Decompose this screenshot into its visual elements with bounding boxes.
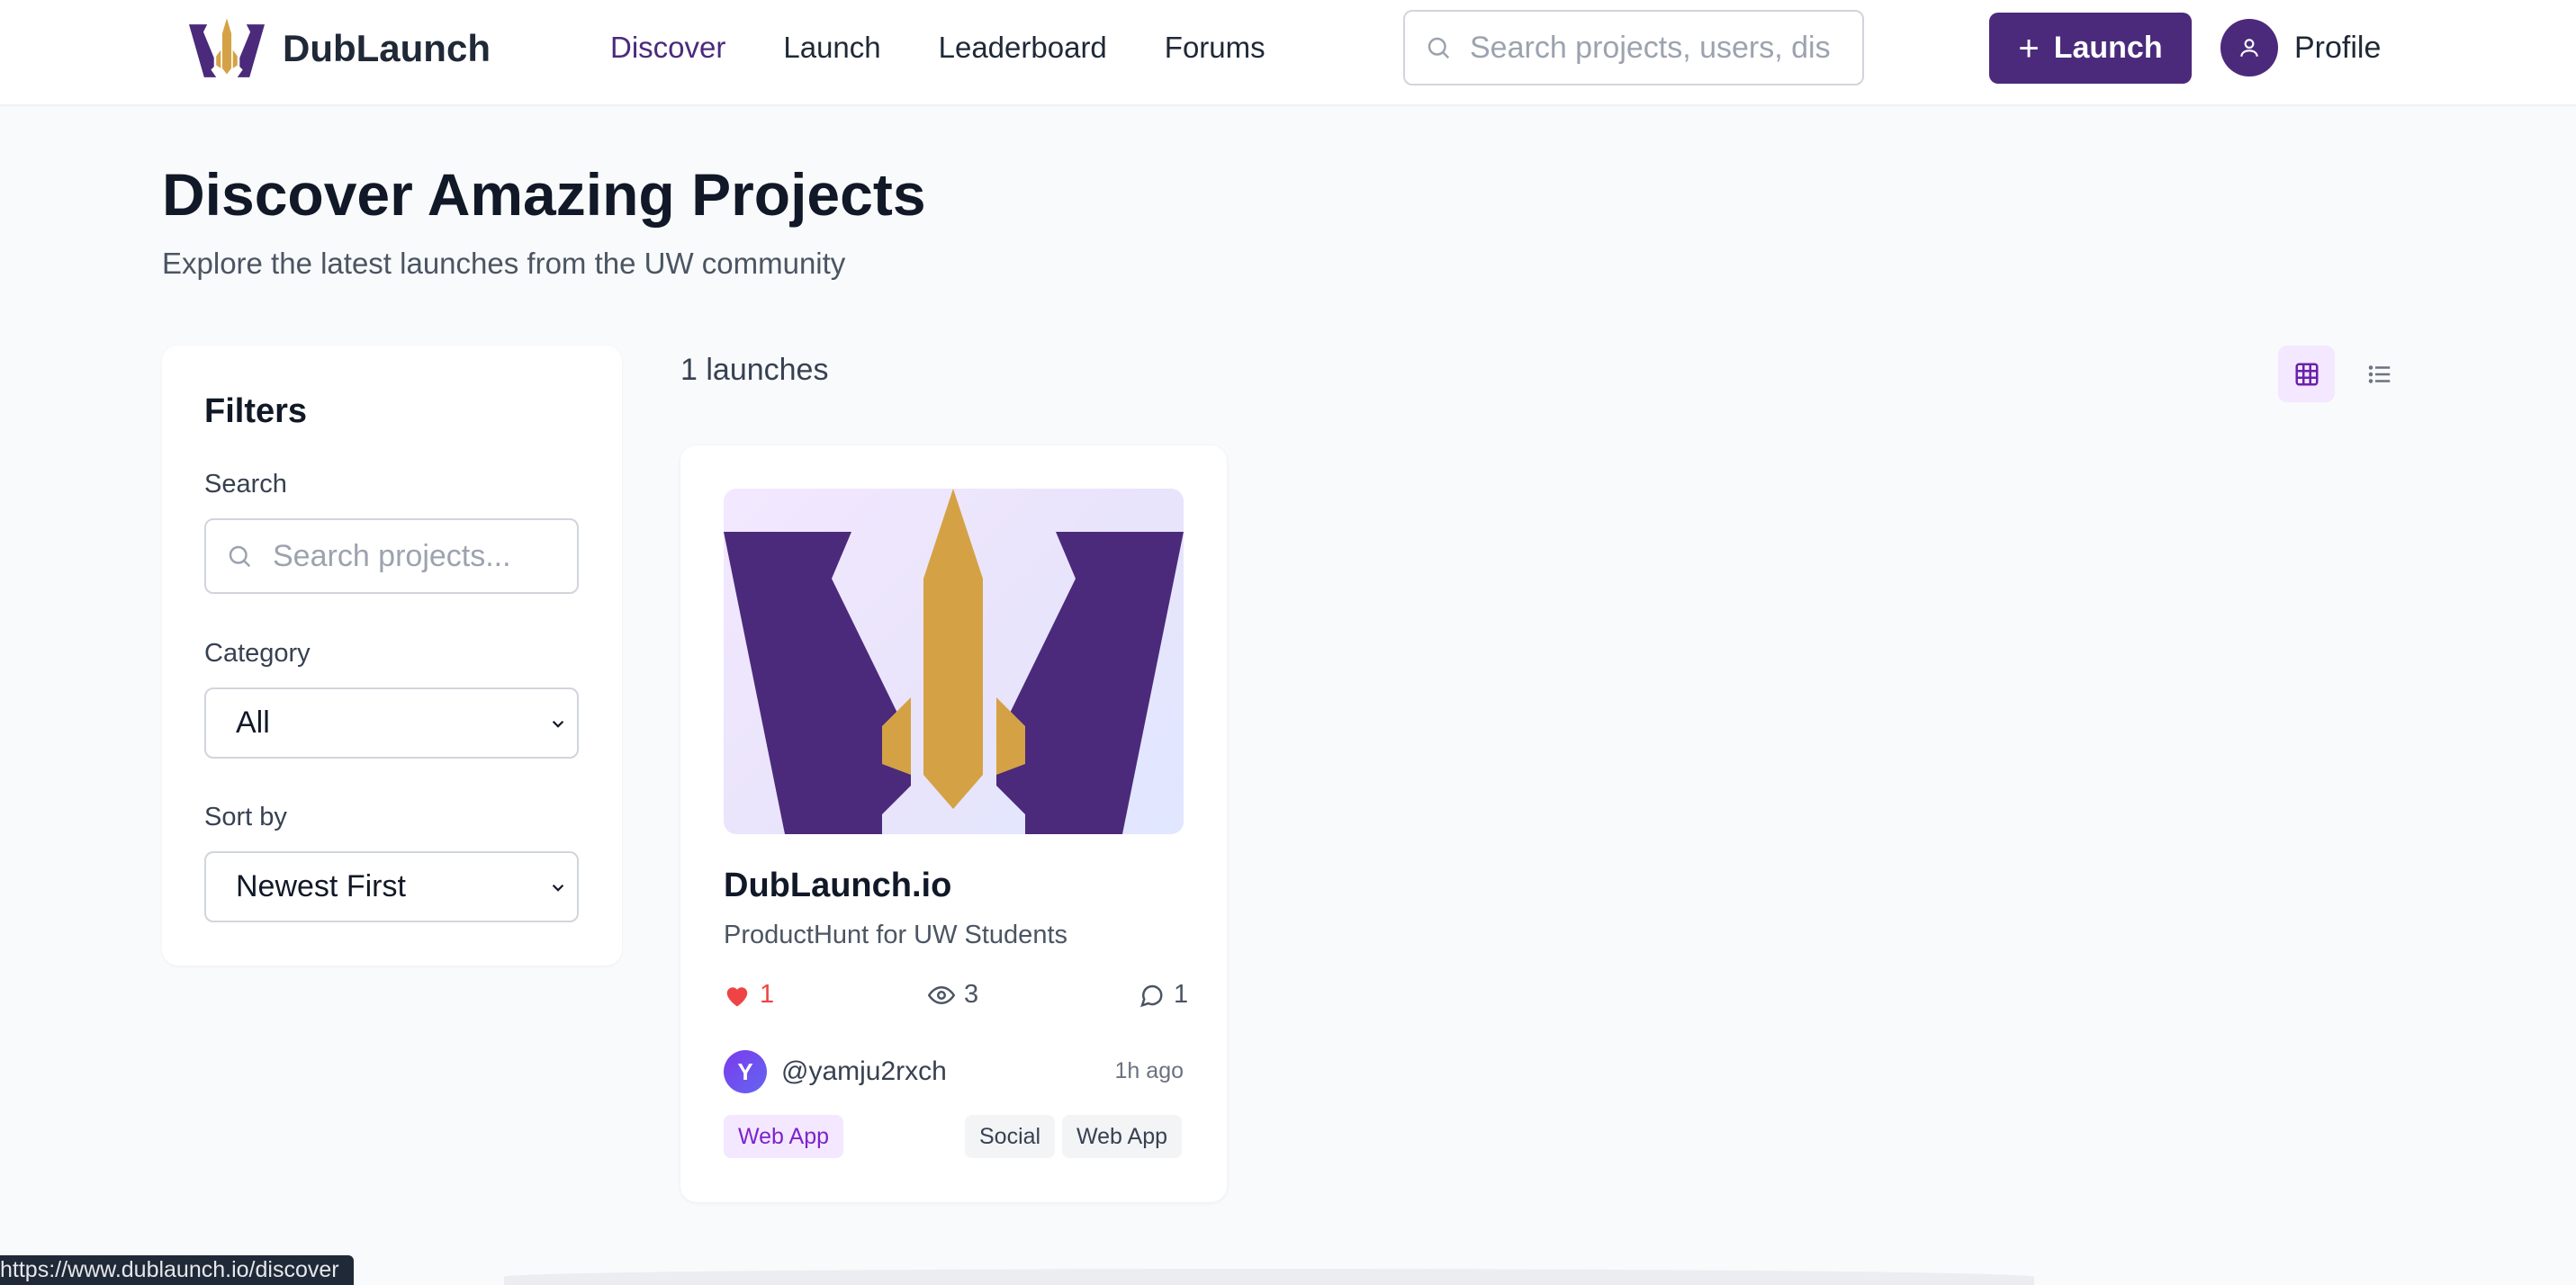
category-label: Category xyxy=(204,639,311,668)
profile-menu[interactable]: Profile xyxy=(2220,19,2381,76)
eye-icon xyxy=(928,985,955,1004)
search-icon xyxy=(229,545,251,568)
main-nav: Discover Launch Leaderboard Forums xyxy=(610,27,1323,68)
global-search[interactable] xyxy=(1403,10,1864,85)
view-stat: 3 xyxy=(928,980,978,1010)
search-label: Search xyxy=(204,470,287,499)
dublaunch-logo-icon xyxy=(724,489,1184,834)
page-subtitle: Explore the latest launches from the UW … xyxy=(162,247,846,280)
global-search-input[interactable] xyxy=(1470,30,1830,66)
comment-icon xyxy=(1140,984,1163,1007)
posted-time: 1h ago xyxy=(1114,1058,1184,1083)
list-view-button[interactable] xyxy=(2351,346,2408,402)
filter-search-input[interactable] xyxy=(273,538,570,574)
nav-discover[interactable]: Discover xyxy=(610,27,725,68)
tag-web-app[interactable]: Web App xyxy=(1062,1115,1183,1158)
avatar xyxy=(2220,19,2278,76)
nav-forums[interactable]: Forums xyxy=(1165,27,1265,68)
like-button[interactable]: 1 xyxy=(724,980,774,1010)
chevron-down-icon xyxy=(552,720,564,728)
launch-button-label: Launch xyxy=(2053,31,2163,65)
grid-view-button[interactable] xyxy=(2278,346,2335,402)
tag-social[interactable]: Social xyxy=(965,1115,1056,1158)
author-link[interactable]: Y @yamju2rxch xyxy=(724,1050,947,1093)
sort-select[interactable]: Newest First xyxy=(204,851,579,922)
search-icon xyxy=(1428,37,1450,59)
launch-button[interactable]: + Launch xyxy=(1989,13,2192,84)
user-icon xyxy=(2240,39,2258,57)
project-title[interactable]: DubLaunch.io xyxy=(724,867,951,905)
author-username: @yamju2rxch xyxy=(781,1056,947,1086)
dublaunch-logo-icon xyxy=(189,18,265,77)
status-bar-url: https://www.dublaunch.io/discover xyxy=(0,1255,354,1285)
brand-link[interactable]: DubLaunch xyxy=(189,18,491,79)
project-thumbnail xyxy=(724,489,1184,834)
category-select[interactable]: All xyxy=(204,687,579,759)
comment-stat[interactable]: 1 xyxy=(1138,980,1188,1010)
project-card[interactable]: DubLaunch.io ProductHunt for UW Students… xyxy=(680,445,1227,1202)
brand-name: DubLaunch xyxy=(283,27,491,69)
nav-leaderboard[interactable]: Leaderboard xyxy=(939,27,1107,68)
avatar: Y xyxy=(724,1050,767,1093)
nav-launch[interactable]: Launch xyxy=(783,27,880,68)
results-count: 1 launches xyxy=(680,353,829,387)
category-value: All xyxy=(236,705,270,740)
heart-icon xyxy=(726,986,748,1006)
top-navbar: DubLaunch Discover Launch Leaderboard Fo… xyxy=(0,0,2576,106)
plus-icon: + xyxy=(2018,28,2040,68)
comment-count: 1 xyxy=(1174,980,1189,1009)
sort-label: Sort by xyxy=(204,803,287,831)
grid-icon xyxy=(2295,363,2318,385)
view-count: 3 xyxy=(964,980,979,1009)
filter-search-box[interactable] xyxy=(204,518,579,594)
filters-heading: Filters xyxy=(204,392,308,430)
bottom-divider xyxy=(504,1269,2034,1285)
page-title: Discover Amazing Projects xyxy=(162,161,926,228)
list-icon xyxy=(2368,364,2390,383)
chevron-down-icon xyxy=(552,884,564,892)
filters-panel: Filters Search Category All Sort by Newe… xyxy=(162,346,622,966)
project-description: ProductHunt for UW Students xyxy=(724,921,1067,949)
profile-label: Profile xyxy=(2294,30,2382,65)
category-tag[interactable]: Web App xyxy=(724,1115,844,1158)
like-count: 1 xyxy=(760,980,775,1009)
sort-value: Newest First xyxy=(236,869,406,903)
